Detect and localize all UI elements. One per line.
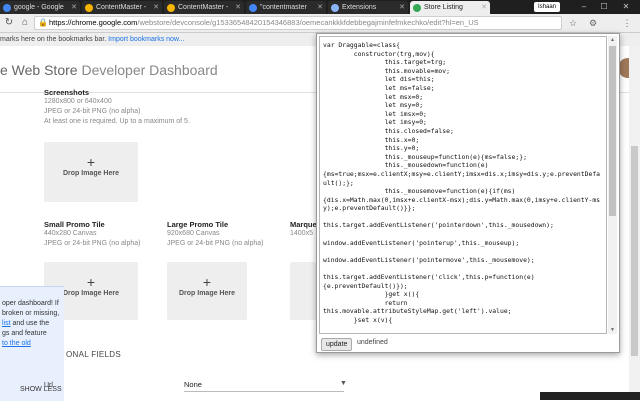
lock-icon: 🔒 [38,18,48,27]
extension-popup: var Draggable=class{ constructor(trg,mov… [316,33,620,353]
star-icon[interactable]: ☆ [566,16,580,30]
small-promo-format: JPEG or 24-bit PNG (no alpha) [44,240,141,247]
tab-strip: google - Google ✕ ContentMaster - ✕ Cont… [0,0,640,14]
tab-contentmaster-search[interactable]: "contentmaster ✕ [246,1,326,14]
tab-label: Extensions [342,4,377,11]
url-path: /webstore/devconsole/g153365484201543468… [137,18,479,27]
update-button[interactable]: update [321,338,353,351]
drop-label: Drop Image Here [62,290,120,297]
tab-label: Store Listing [424,4,463,11]
code-editor[interactable]: var Draggable=class{ constructor(trg,mov… [319,36,607,334]
plus-icon: + [86,154,96,170]
close-icon[interactable]: ✕ [481,1,487,14]
page-title: e Web Store Developer Dashboard [0,62,218,78]
tab-google[interactable]: google - Google ✕ [0,1,80,14]
tab-label: google - Google [14,4,64,11]
screenshot-drop-zone[interactable]: + Drop Image Here [44,142,138,202]
plus-icon: + [202,274,212,290]
tab-contentmaster-1[interactable]: ContentMaster - ✕ [82,1,162,14]
url-host: https://chrome.google.com [49,18,138,27]
close-icon[interactable]: ✕ [71,1,77,14]
close-icon[interactable]: ✕ [235,1,241,14]
marquee-size: 1400x5 [290,230,313,237]
marquee-drop-zone[interactable] [290,262,316,320]
new-dashboard-notice: oper dashboard! If broken or missing, li… [0,286,64,401]
marquee-title: Marque [290,220,316,229]
show-less-button[interactable]: SHOW LESS [20,385,62,395]
screenshots-section: Screenshots 1280x800 or 640x400 JPEG or … [44,88,244,127]
minimize-icon[interactable]: – [576,0,592,14]
notice-line-3: and use the [10,320,50,327]
bookmarks-hint: marks here on the bookmarks bar. [0,36,107,43]
google-icon [249,4,257,12]
eval-result: undefined [357,339,388,346]
page-title-main: e Web Store [0,62,78,78]
reload-icon[interactable]: ↻ [2,15,16,31]
large-promo-section: Large Promo Tile 920x680 Canvas JPEG or … [167,220,297,249]
close-icon[interactable]: ✕ [399,1,405,14]
page-scrollbar[interactable] [629,46,640,400]
page-scrollbar-thumb[interactable] [631,146,638,356]
webstore-icon [413,4,421,12]
taskbar-strip [540,392,640,400]
chevron-down-icon[interactable]: ▼ [340,380,347,387]
small-promo-title: Small Promo Tile [44,220,105,229]
small-promo-section: Small Promo Tile 440x280 Canvas JPEG or … [44,220,164,249]
extension-icon[interactable]: ⚙ [586,16,600,30]
large-promo-size: 920x680 Canvas [167,230,220,237]
large-promo-title: Large Promo Tile [167,220,229,229]
close-icon[interactable]: ✕ [153,1,159,14]
small-promo-size: 440x280 Canvas [44,230,97,237]
close-window-icon[interactable]: ✕ [618,0,634,14]
puzzle-icon [331,4,339,12]
profile-name[interactable]: Ishaan [534,2,560,12]
scroll-up-icon[interactable]: ▲ [608,36,617,44]
close-icon[interactable]: ✕ [317,1,323,14]
notice-list-link[interactable]: list [2,320,11,327]
tab-store-listing[interactable]: Store Listing ✕ [410,1,490,14]
import-bookmarks-link[interactable]: Import bookmarks now... [108,36,184,43]
tab-label: ContentMaster - [96,4,147,11]
tab-contentmaster-2[interactable]: ContentMaster - ✕ [164,1,244,14]
contentmaster-icon [167,4,175,12]
url-field-label: Url [44,382,53,389]
tab-label: "contentmaster [260,4,307,11]
code-scrollbar-thumb[interactable] [609,46,616,216]
browser-toolbar: ↻ ⌂ 🔒 https://chrome.google.com/webstore… [0,14,640,33]
scroll-down-icon[interactable]: ▼ [608,326,617,334]
page-title-sub: Developer Dashboard [81,62,218,78]
drop-label: Drop Image Here [62,170,120,177]
notice-old-link[interactable]: to the old [2,339,62,349]
screenshots-size: 1280x800 or 640x400 [44,98,112,105]
screenshots-title: Screenshots [44,88,90,97]
notice-line-1: oper dashboard! If [2,300,59,307]
notice-line-4: gs and feature [2,330,47,337]
maximize-icon[interactable]: ☐ [596,0,612,14]
optional-fields-heading: ONAL FIELDS [66,350,122,359]
screenshots-limit: At least one is required. Up to a maximu… [44,118,190,125]
large-promo-format: JPEG or 24-bit PNG (no alpha) [167,240,264,247]
drop-label: Drop Image Here [178,290,236,297]
url-field-select[interactable]: None [184,380,344,392]
tab-extensions[interactable]: Extensions ✕ [328,1,408,14]
notice-line-2: broken or missing, [2,310,60,317]
large-promo-drop-zone[interactable]: + Drop Image Here [167,262,247,320]
code-scrollbar[interactable]: ▲ ▼ [608,36,617,334]
menu-icon[interactable]: ⋮ [620,16,634,30]
screenshots-format: JPEG or 24-bit PNG (no alpha) [44,108,141,115]
contentmaster-icon [85,4,93,12]
address-bar[interactable]: 🔒 https://chrome.google.com/webstore/dev… [34,16,562,30]
tab-label: ContentMaster - [178,4,229,11]
home-icon[interactable]: ⌂ [18,15,32,31]
google-icon [3,4,11,12]
marquee-section: Marque 1400x5 [290,220,316,239]
